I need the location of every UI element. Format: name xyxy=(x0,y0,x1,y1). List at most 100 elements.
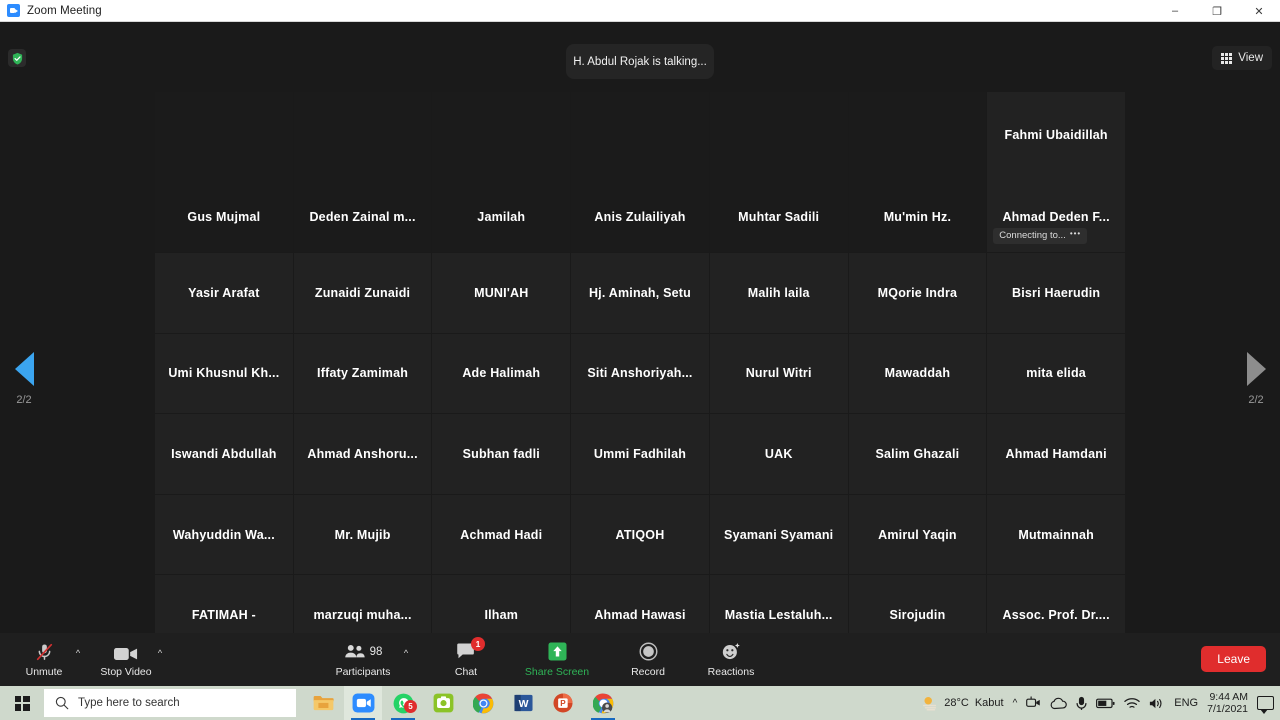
microphone-icon[interactable] xyxy=(1076,696,1087,711)
share-screen-button[interactable]: Share Screen xyxy=(518,636,596,683)
audio-options-caret[interactable]: ^ xyxy=(70,636,86,683)
participant-tile[interactable]: MQorie Indra xyxy=(848,253,987,333)
participant-tile[interactable]: Ummi Fadhilah xyxy=(571,414,709,494)
participant-tile[interactable]: Achmad Hadi xyxy=(432,494,571,575)
stop-video-button[interactable]: Stop Video xyxy=(100,636,152,683)
unmute-label: Unmute xyxy=(25,665,63,678)
triangle-right-icon xyxy=(1246,352,1266,386)
view-button[interactable]: View xyxy=(1212,46,1272,70)
participant-name-label: Ummi Fadhilah xyxy=(593,447,687,462)
participant-tile[interactable]: ATIQOH xyxy=(571,494,709,575)
microsoft-powerpoint-icon: P xyxy=(553,693,573,713)
participant-tile[interactable]: Mu'min Hz. xyxy=(848,92,987,253)
participant-tile[interactable]: Siti Anshoriyah... xyxy=(571,333,709,414)
participant-tile[interactable]: Anis Zulailiyah xyxy=(571,92,709,253)
weather-widget[interactable]: 28°C Kabut xyxy=(921,695,1004,711)
battery-icon[interactable] xyxy=(1096,698,1115,709)
taskbar-app-chrome-profile[interactable] xyxy=(584,686,622,720)
wifi-icon[interactable] xyxy=(1124,697,1141,710)
participant-name-label: Mr. Mujib xyxy=(334,527,391,542)
participant-tile[interactable]: Mawaddah xyxy=(848,333,987,414)
participant-name-label: UAK xyxy=(764,447,793,462)
participant-name-label: Malih laila xyxy=(747,285,810,300)
participant-tile[interactable]: Ahmad Anshoru... xyxy=(293,414,432,494)
participant-tile[interactable]: Hj. Aminah, Setu xyxy=(571,253,709,333)
participant-tile[interactable]: UAK xyxy=(709,414,848,494)
participant-tile[interactable]: Nurul Witri xyxy=(709,333,848,414)
participant-tile[interactable]: Gus Mujmal xyxy=(155,92,293,253)
participant-tile[interactable]: Umi Khusnul Kh... xyxy=(155,333,293,414)
microphone-muted-icon xyxy=(35,642,54,662)
tray-expand-button[interactable]: ^ xyxy=(1013,698,1018,709)
taskbar-app-camera-green-app[interactable] xyxy=(424,686,462,720)
next-page-button[interactable]: 2/2 xyxy=(1232,352,1280,406)
participant-tile[interactable]: Jamilah xyxy=(432,92,571,253)
participant-tile[interactable]: Deden Zainal m... xyxy=(293,92,432,253)
meet-now-icon[interactable] xyxy=(1026,696,1041,710)
camera-icon xyxy=(114,642,138,662)
minimize-button[interactable]: – xyxy=(1154,0,1196,22)
participant-tile[interactable]: Wahyuddin Wa... xyxy=(155,494,293,575)
participant-tile[interactable]: Mr. Mujib xyxy=(293,494,432,575)
participant-tile[interactable]: Ahmad Hamdani xyxy=(987,414,1125,494)
participant-tile[interactable]: Amirul Yaqin xyxy=(848,494,987,575)
taskbar-app-microsoft-powerpoint[interactable]: P xyxy=(544,686,582,720)
taskbar-app-file-explorer[interactable] xyxy=(304,686,342,720)
maximize-button[interactable]: ❐ xyxy=(1196,0,1238,22)
record-button[interactable]: Record xyxy=(622,636,674,683)
participant-tile[interactable]: Fahmi Ubaidillah Connecting to... ••• Ahmad… xyxy=(987,92,1125,253)
participant-tile[interactable]: Yasir Arafat xyxy=(155,253,293,333)
record-circle-icon xyxy=(639,642,658,662)
participant-tile[interactable]: Mutmainnah xyxy=(987,494,1125,575)
participant-name-label: Sirojudin xyxy=(889,608,946,623)
taskbar-app-zoom[interactable] xyxy=(344,686,382,720)
participant-tile[interactable]: Iffaty Zamimah xyxy=(293,333,432,414)
video-options-caret[interactable]: ^ xyxy=(152,636,168,683)
participant-video-feed xyxy=(432,92,570,179)
close-button[interactable]: ✕ xyxy=(1238,0,1280,22)
participants-options-caret[interactable]: ^ xyxy=(398,636,414,683)
participant-video-feed xyxy=(710,92,848,179)
window-titlebar: Zoom Meeting – ❐ ✕ xyxy=(0,0,1280,22)
share-screen-label: Share Screen xyxy=(524,665,590,678)
shield-check-icon[interactable] xyxy=(8,49,26,67)
reactions-label: Reactions xyxy=(707,665,755,678)
chat-button[interactable]: 1 Chat xyxy=(440,636,492,683)
speaker-icon[interactable] xyxy=(1149,697,1165,710)
chat-bubble-icon: 1 xyxy=(456,636,485,662)
participant-tile[interactable]: Zunaidi Zunaidi xyxy=(293,253,432,333)
taskbar-app-microsoft-word[interactable]: W xyxy=(504,686,542,720)
participant-tile[interactable]: MUNI'AH xyxy=(432,253,571,333)
participant-tile[interactable]: Syamani Syamani xyxy=(709,494,848,575)
participants-button[interactable]: 98 Participants xyxy=(328,636,398,683)
participant-tile[interactable]: Malih laila xyxy=(709,253,848,333)
participant-name-label: Jamilah xyxy=(477,210,526,224)
language-indicator[interactable]: ENG xyxy=(1174,697,1198,709)
start-button[interactable] xyxy=(0,686,44,720)
participant-tile[interactable]: Ade Halimah xyxy=(432,333,571,414)
taskbar-search-input[interactable]: Type here to search xyxy=(44,689,296,717)
participant-tile[interactable]: Iswandi Abdullah xyxy=(155,414,293,494)
participant-name-label: mita elida xyxy=(1026,366,1086,381)
onedrive-cloud-icon[interactable] xyxy=(1050,697,1068,710)
participant-display-name: Fahmi Ubaidillah xyxy=(1004,128,1108,142)
participant-tile[interactable]: Salim Ghazali xyxy=(848,414,987,494)
participant-tile[interactable]: Muhtar Sadili xyxy=(709,92,848,253)
participant-tile[interactable]: Subhan fadli xyxy=(432,414,571,494)
reactions-button[interactable]: Reactions xyxy=(700,636,762,683)
zoom-meeting-window: H. Abdul Rojak is talking... View 2/2 2/… xyxy=(0,22,1280,686)
participant-name-label: Assoc. Prof. Dr.... xyxy=(1002,608,1110,623)
participant-name-label: MQorie Indra xyxy=(877,285,958,300)
previous-page-button[interactable]: 2/2 xyxy=(0,352,48,406)
participant-tile[interactable]: Bisri Haerudin xyxy=(987,253,1125,333)
taskbar-clock[interactable]: 9:44 AM 7/1/2021 xyxy=(1207,691,1248,716)
taskbar-app-chrome[interactable] xyxy=(464,686,502,720)
window-controls: – ❐ ✕ xyxy=(1154,0,1280,22)
taskbar-app-whatsapp[interactable]: 5 xyxy=(384,686,422,720)
participant-tile[interactable]: mita elida xyxy=(987,333,1125,414)
participant-name-label: Syamani Syamani xyxy=(724,527,834,542)
notification-center-icon[interactable] xyxy=(1257,696,1274,714)
leave-button[interactable]: Leave xyxy=(1201,646,1266,672)
participant-name-label: Iffaty Zamimah xyxy=(317,366,409,381)
unmute-button[interactable]: Unmute xyxy=(18,636,70,683)
